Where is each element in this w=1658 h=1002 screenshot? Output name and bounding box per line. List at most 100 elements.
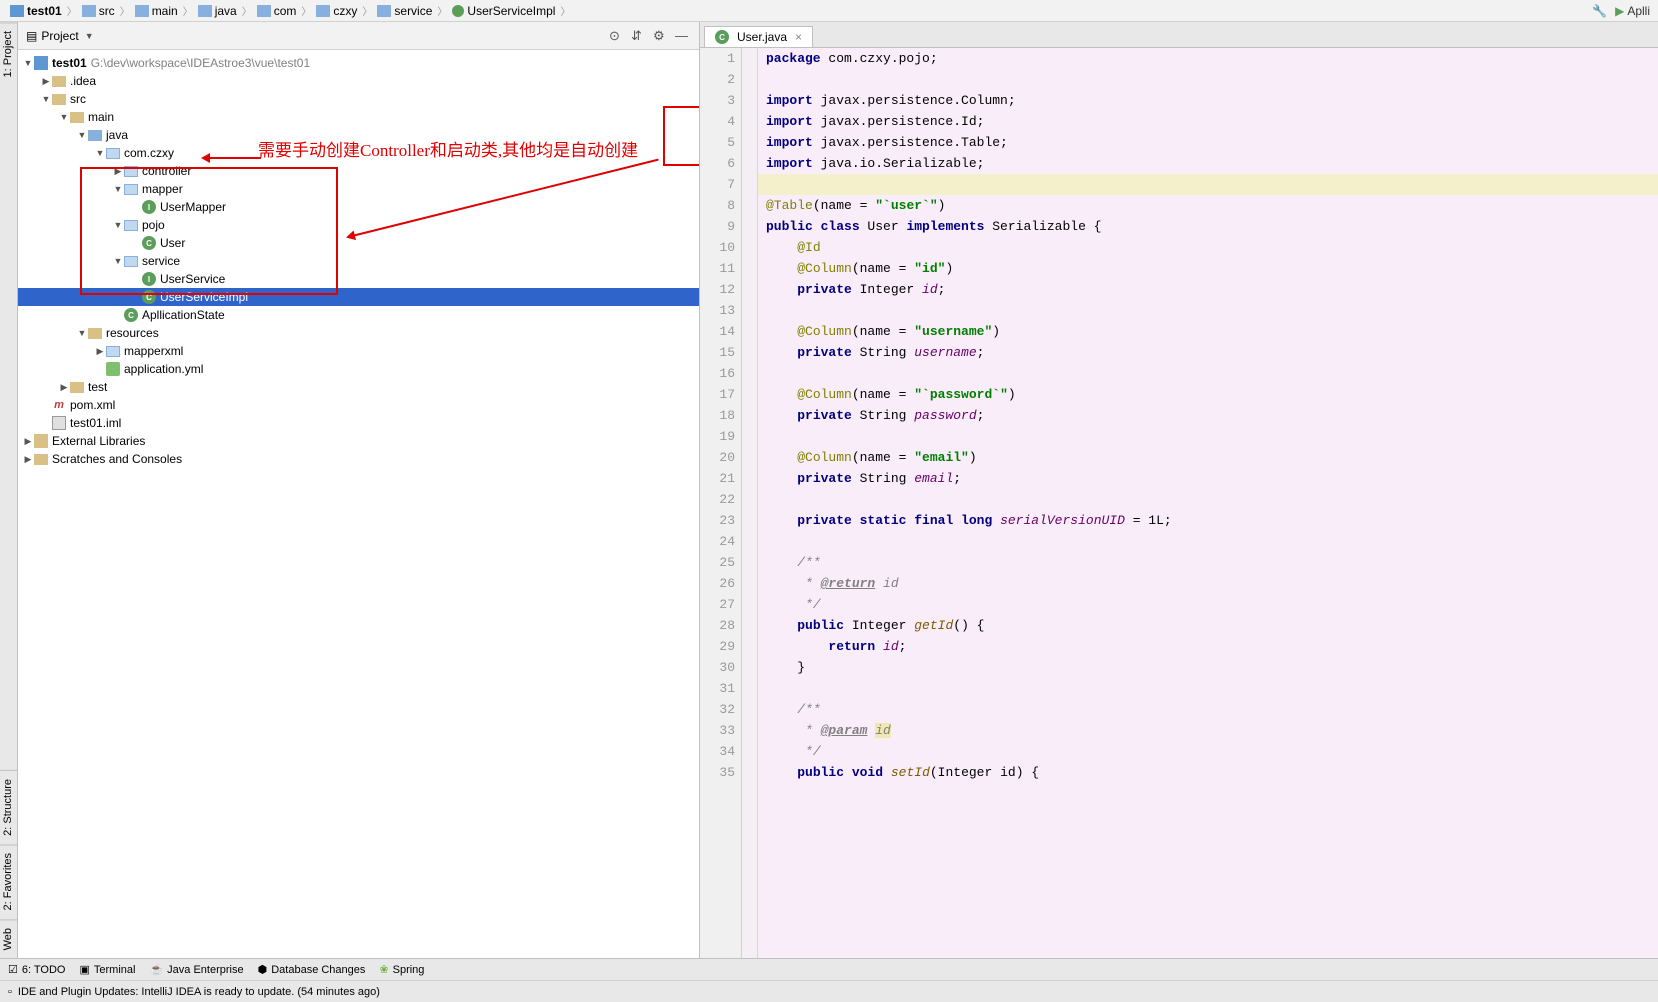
tree-iml[interactable]: test01.iml xyxy=(18,414,699,432)
breadcrumb-item[interactable]: test01 xyxy=(8,4,64,18)
tree-test[interactable]: ▶test xyxy=(18,378,699,396)
class-icon xyxy=(715,30,729,44)
folder-icon xyxy=(70,112,84,123)
left-sidebar: 1: Project 2: Structure 2: Favorites Web xyxy=(0,22,18,958)
package-icon xyxy=(124,256,138,267)
package-icon xyxy=(106,148,120,159)
bottom-toolbar: ☑6: TODO ▣Terminal ☕Java Enterprise ⬢Dat… xyxy=(0,958,1658,980)
editor-tabs: User.java × xyxy=(700,22,1658,48)
tree-resources[interactable]: ▼resources xyxy=(18,324,699,342)
spring-tab[interactable]: ❀Spring xyxy=(379,963,424,976)
package-icon xyxy=(106,346,120,357)
breadcrumb-item[interactable]: com xyxy=(255,4,299,18)
javaee-icon: ☕ xyxy=(149,963,163,976)
interface-icon xyxy=(142,272,156,286)
sidebar-favorites-tab[interactable]: 2: Favorites xyxy=(0,844,17,918)
gear-icon[interactable]: ⚙ xyxy=(653,28,669,44)
tree-main[interactable]: ▼main xyxy=(18,108,699,126)
status-bar: ▫ IDE and Plugin Updates: IntelliJ IDEA … xyxy=(0,980,1658,1002)
sidebar-web-tab[interactable]: Web xyxy=(0,919,17,958)
src-folder-icon xyxy=(88,130,102,141)
module-icon xyxy=(34,56,48,70)
tree-usermapper[interactable]: UserMapper xyxy=(18,198,699,216)
code-editor[interactable]: 1234567891011121314151617181920212223242… xyxy=(700,48,1658,958)
folder-icon xyxy=(316,5,330,17)
interface-icon xyxy=(142,200,156,214)
package-icon xyxy=(124,166,138,177)
tree-service[interactable]: ▼service xyxy=(18,252,699,270)
tree-extlib[interactable]: ▶External Libraries xyxy=(18,432,699,450)
panel-title[interactable]: ▤ Project ▼ xyxy=(26,29,94,43)
project-icon: ▤ xyxy=(26,29,37,43)
terminal-icon: ▣ xyxy=(79,963,89,976)
sidebar-structure-tab[interactable]: 2: Structure xyxy=(0,770,17,844)
library-icon xyxy=(34,434,48,448)
breadcrumb: test01〉 src〉 main〉 java〉 com〉 czxy〉 serv… xyxy=(0,0,1658,22)
folder-icon xyxy=(52,76,66,87)
class-icon xyxy=(452,5,464,17)
locate-icon[interactable]: ⊙ xyxy=(609,28,625,44)
tree-idea[interactable]: ▶.idea xyxy=(18,72,699,90)
tree-mapper[interactable]: ▼mapper xyxy=(18,180,699,198)
breadcrumb-item[interactable]: service xyxy=(375,4,434,18)
status-icon: ▫ xyxy=(8,986,12,998)
maven-icon xyxy=(52,398,66,412)
editor-tab[interactable]: User.java × xyxy=(704,26,813,47)
tree-pom[interactable]: pom.xml xyxy=(18,396,699,414)
todo-tab[interactable]: ☑6: TODO xyxy=(8,963,65,976)
folder-icon xyxy=(70,382,84,393)
package-icon xyxy=(124,184,138,195)
project-icon xyxy=(10,5,24,17)
package-icon xyxy=(124,220,138,231)
magic-wand-icon[interactable]: 🔧 xyxy=(1592,4,1607,18)
project-tree[interactable]: ▼test01G:\dev\workspace\IDEAstroe3\vue\t… xyxy=(18,50,699,958)
breadcrumb-item[interactable]: java xyxy=(196,4,239,18)
project-panel: ▤ Project ▼ ⊙ ⇵ ⚙ — ▼test01G:\dev\worksp… xyxy=(18,22,700,958)
tree-pojo[interactable]: ▼pojo xyxy=(18,216,699,234)
tree-userservice[interactable]: UserService xyxy=(18,270,699,288)
db-icon: ⬢ xyxy=(258,963,268,976)
close-icon[interactable]: × xyxy=(795,30,802,44)
chevron-down-icon: ▼ xyxy=(85,31,94,41)
yml-icon xyxy=(106,362,120,376)
folder-icon xyxy=(257,5,271,17)
file-icon xyxy=(52,416,66,430)
class-icon xyxy=(142,290,156,304)
marker-gutter xyxy=(742,48,758,958)
panel-header: ▤ Project ▼ ⊙ ⇵ ⚙ — xyxy=(18,22,699,50)
editor-panel: User.java × 1234567891011121314151617181… xyxy=(700,22,1658,958)
folder-icon xyxy=(377,5,391,17)
collapse-icon[interactable]: ⇵ xyxy=(631,28,647,44)
run-button[interactable]: ▶Aplli xyxy=(1615,4,1650,18)
dbchanges-tab[interactable]: ⬢Database Changes xyxy=(258,963,366,976)
sidebar-project-tab[interactable]: 1: Project xyxy=(0,22,17,85)
folder-icon xyxy=(135,5,149,17)
tree-java[interactable]: ▼java xyxy=(18,126,699,144)
tree-appstate[interactable]: ApllicationState xyxy=(18,306,699,324)
class-icon xyxy=(142,236,156,250)
folder-icon xyxy=(52,94,66,105)
tree-userserviceimpl[interactable]: UserServiceImpl xyxy=(18,288,699,306)
tree-src[interactable]: ▼src xyxy=(18,90,699,108)
spring-icon: ❀ xyxy=(379,963,388,976)
line-gutter: 1234567891011121314151617181920212223242… xyxy=(700,48,742,958)
status-text: IDE and Plugin Updates: IntelliJ IDEA is… xyxy=(18,986,380,998)
tree-root[interactable]: ▼test01G:\dev\workspace\IDEAstroe3\vue\t… xyxy=(18,54,699,72)
breadcrumb-item[interactable]: src xyxy=(80,4,117,18)
folder-icon xyxy=(82,5,96,17)
breadcrumb-item[interactable]: UserServiceImpl xyxy=(450,4,557,18)
hide-icon[interactable]: — xyxy=(675,28,691,44)
class-icon xyxy=(124,308,138,322)
tree-package[interactable]: ▼com.czxy xyxy=(18,144,699,162)
terminal-tab[interactable]: ▣Terminal xyxy=(79,963,135,976)
javaee-tab[interactable]: ☕Java Enterprise xyxy=(149,963,243,976)
breadcrumb-item[interactable]: main xyxy=(133,4,180,18)
code-area[interactable]: package com.czxy.pojo;import javax.persi… xyxy=(758,48,1658,958)
tree-scratches[interactable]: ▶Scratches and Consoles xyxy=(18,450,699,468)
tree-mapperxml[interactable]: ▶mapperxml xyxy=(18,342,699,360)
tree-user[interactable]: User xyxy=(18,234,699,252)
breadcrumb-item[interactable]: czxy xyxy=(314,4,359,18)
folder-icon xyxy=(34,454,48,465)
tree-controller[interactable]: ▶controller xyxy=(18,162,699,180)
tree-appyml[interactable]: application.yml xyxy=(18,360,699,378)
